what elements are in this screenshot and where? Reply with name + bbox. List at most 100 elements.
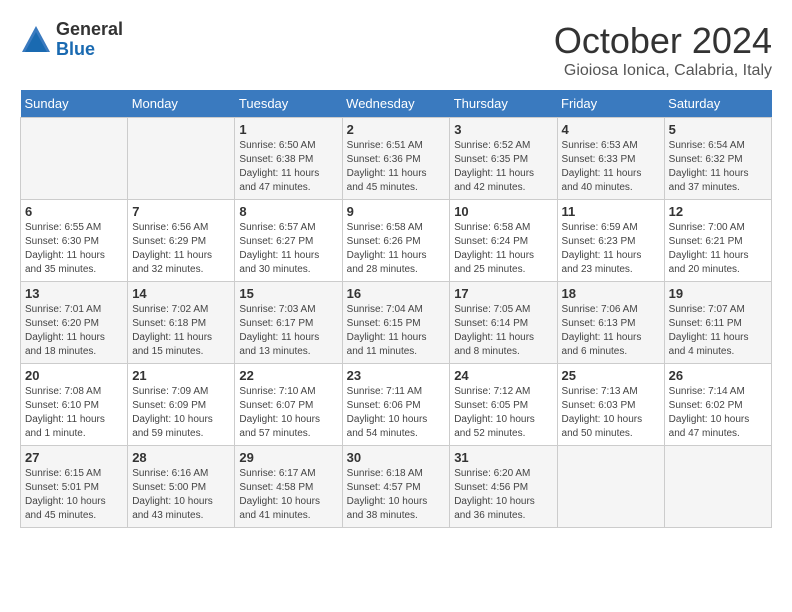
day-number: 19 — [669, 286, 767, 301]
day-info: Sunrise: 7:07 AM Sunset: 6:11 PM Dayligh… — [669, 303, 767, 359]
logo: General Blue — [20, 20, 123, 60]
calendar-cell: 7Sunrise: 6:56 AM Sunset: 6:29 PM Daylig… — [128, 200, 235, 282]
day-number: 20 — [25, 368, 123, 383]
calendar-header-row: SundayMondayTuesdayWednesdayThursdayFrid… — [21, 90, 772, 118]
calendar-cell: 19 Sunrise: 7:07 AM Sunset: 6:11 PM Dayli… — [664, 282, 771, 364]
day-info: Sunrise: 6:59 AM Sunset: 6:23 PM Dayligh… — [562, 221, 660, 277]
day-number: 22 — [239, 368, 337, 383]
calendar-cell: 31Sunrise: 6:20 AM Sunset: 4:56 PM Dayli… — [450, 446, 557, 528]
calendar-cell: 22 Sunrise: 7:10 AM Sunset: 6:07 PM Dayli… — [235, 364, 342, 446]
calendar-week-row: 27 Sunrise: 6:15 AM Sunset: 5:01 PM Dayli… — [21, 446, 772, 528]
day-info: Sunrise: 6:57 AM Sunset: 6:27 PM Dayligh… — [239, 221, 337, 277]
calendar-cell: 25 Sunrise: 7:13 AM Sunset: 6:03 PM Dayli… — [557, 364, 664, 446]
calendar-cell: 3Sunrise: 6:52 AM Sunset: 6:35 PM Daylig… — [450, 118, 557, 200]
calendar-cell: 15 Sunrise: 7:03 AM Sunset: 6:17 PM Dayli… — [235, 282, 342, 364]
day-number: 1 — [239, 122, 337, 137]
day-number: 30 — [347, 450, 446, 465]
day-info: Sunrise: 6:56 AM Sunset: 6:29 PM Dayligh… — [132, 221, 230, 277]
calendar-cell: 23 Sunrise: 7:11 AM Sunset: 6:06 PM Dayli… — [342, 364, 450, 446]
calendar-header-tuesday: Tuesday — [235, 90, 342, 118]
calendar-cell — [128, 118, 235, 200]
day-number: 2 — [347, 122, 446, 137]
calendar-cell: 30 Sunrise: 6:18 AM Sunset: 4:57 PM Dayli… — [342, 446, 450, 528]
calendar-cell: 18Sunrise: 7:06 AM Sunset: 6:13 PM Dayli… — [557, 282, 664, 364]
calendar-header-sunday: Sunday — [21, 90, 128, 118]
calendar-cell: 29 Sunrise: 6:17 AM Sunset: 4:58 PM Dayli… — [235, 446, 342, 528]
title-section: October 2024 Gioiosa Ionica, Calabria, I… — [554, 20, 772, 80]
day-number: 26 — [669, 368, 767, 383]
day-number: 25 — [562, 368, 660, 383]
day-info: Sunrise: 7:12 AM Sunset: 6:05 PM Dayligh… — [454, 385, 552, 441]
day-info: Sunrise: 7:06 AM Sunset: 6:13 PM Dayligh… — [562, 303, 660, 359]
day-number: 10 — [454, 204, 552, 219]
calendar-cell — [557, 446, 664, 528]
day-info: Sunrise: 6:54 AM Sunset: 6:32 PM Dayligh… — [669, 139, 767, 195]
calendar-cell: 13 Sunrise: 7:01 AM Sunset: 6:20 PM Dayli… — [21, 282, 128, 364]
day-number: 21 — [132, 368, 230, 383]
day-info: Sunrise: 7:04 AM Sunset: 6:15 PM Dayligh… — [347, 303, 446, 359]
day-info: Sunrise: 7:02 AM Sunset: 6:18 PM Dayligh… — [132, 303, 230, 359]
day-info: Sunrise: 7:13 AM Sunset: 6:03 PM Dayligh… — [562, 385, 660, 441]
day-number: 8 — [239, 204, 337, 219]
logo-blue: Blue — [56, 40, 123, 60]
page-header: General Blue October 2024 Gioiosa Ionica… — [20, 20, 772, 80]
day-info: Sunrise: 6:58 AM Sunset: 6:24 PM Dayligh… — [454, 221, 552, 277]
day-info: Sunrise: 7:05 AM Sunset: 6:14 PM Dayligh… — [454, 303, 552, 359]
day-number: 23 — [347, 368, 446, 383]
calendar-cell: 9Sunrise: 6:58 AM Sunset: 6:26 PM Daylig… — [342, 200, 450, 282]
day-info: Sunrise: 7:03 AM Sunset: 6:17 PM Dayligh… — [239, 303, 337, 359]
calendar-cell: 12 Sunrise: 7:00 AM Sunset: 6:21 PM Dayli… — [664, 200, 771, 282]
calendar-cell: 14Sunrise: 7:02 AM Sunset: 6:18 PM Dayli… — [128, 282, 235, 364]
day-number: 3 — [454, 122, 552, 137]
day-number: 13 — [25, 286, 123, 301]
calendar-cell: 10 Sunrise: 6:58 AM Sunset: 6:24 PM Dayli… — [450, 200, 557, 282]
calendar-cell: 11 Sunrise: 6:59 AM Sunset: 6:23 PM Dayli… — [557, 200, 664, 282]
day-number: 6 — [25, 204, 123, 219]
calendar-cell: 8 Sunrise: 6:57 AM Sunset: 6:27 PM Daylig… — [235, 200, 342, 282]
day-info: Sunrise: 7:10 AM Sunset: 6:07 PM Dayligh… — [239, 385, 337, 441]
calendar-header-saturday: Saturday — [664, 90, 771, 118]
calendar-cell: 28 Sunrise: 6:16 AM Sunset: 5:00 PM Dayli… — [128, 446, 235, 528]
month-title: October 2024 — [554, 20, 772, 62]
day-info: Sunrise: 6:58 AM Sunset: 6:26 PM Dayligh… — [347, 221, 446, 277]
calendar-week-row: 1 Sunrise: 6:50 AM Sunset: 6:38 PM Daylig… — [21, 118, 772, 200]
day-info: Sunrise: 7:01 AM Sunset: 6:20 PM Dayligh… — [25, 303, 123, 359]
calendar-cell: 2 Sunrise: 6:51 AM Sunset: 6:36 PM Daylig… — [342, 118, 450, 200]
day-info: Sunrise: 6:16 AM Sunset: 5:00 PM Dayligh… — [132, 467, 230, 523]
day-number: 29 — [239, 450, 337, 465]
day-number: 15 — [239, 286, 337, 301]
calendar-cell — [21, 118, 128, 200]
calendar-header-thursday: Thursday — [450, 90, 557, 118]
day-info: Sunrise: 6:17 AM Sunset: 4:58 PM Dayligh… — [239, 467, 337, 523]
calendar-week-row: 20 Sunrise: 7:08 AM Sunset: 6:10 PM Dayli… — [21, 364, 772, 446]
day-info: Sunrise: 7:00 AM Sunset: 6:21 PM Dayligh… — [669, 221, 767, 277]
calendar-header-monday: Monday — [128, 90, 235, 118]
day-info: Sunrise: 6:50 AM Sunset: 6:38 PM Dayligh… — [239, 139, 337, 195]
day-number: 17 — [454, 286, 552, 301]
calendar-table: SundayMondayTuesdayWednesdayThursdayFrid… — [20, 90, 772, 528]
day-number: 12 — [669, 204, 767, 219]
day-info: Sunrise: 6:51 AM Sunset: 6:36 PM Dayligh… — [347, 139, 446, 195]
day-number: 11 — [562, 204, 660, 219]
day-info: Sunrise: 6:18 AM Sunset: 4:57 PM Dayligh… — [347, 467, 446, 523]
day-info: Sunrise: 6:20 AM Sunset: 4:56 PM Dayligh… — [454, 467, 552, 523]
calendar-cell: 26 Sunrise: 7:14 AM Sunset: 6:02 PM Dayli… — [664, 364, 771, 446]
calendar-cell: 17 Sunrise: 7:05 AM Sunset: 6:14 PM Dayli… — [450, 282, 557, 364]
day-info: Sunrise: 7:08 AM Sunset: 6:10 PM Dayligh… — [25, 385, 123, 441]
day-number: 28 — [132, 450, 230, 465]
logo-text: General Blue — [56, 20, 123, 60]
day-number: 27 — [25, 450, 123, 465]
calendar-header-wednesday: Wednesday — [342, 90, 450, 118]
calendar-cell: 16 Sunrise: 7:04 AM Sunset: 6:15 PM Dayli… — [342, 282, 450, 364]
day-number: 16 — [347, 286, 446, 301]
calendar-cell: 1 Sunrise: 6:50 AM Sunset: 6:38 PM Daylig… — [235, 118, 342, 200]
calendar-cell — [664, 446, 771, 528]
day-info: Sunrise: 6:15 AM Sunset: 5:01 PM Dayligh… — [25, 467, 123, 523]
calendar-cell: 5Sunrise: 6:54 AM Sunset: 6:32 PM Daylig… — [664, 118, 771, 200]
calendar-cell: 4Sunrise: 6:53 AM Sunset: 6:33 PM Daylig… — [557, 118, 664, 200]
calendar-cell: 6Sunrise: 6:55 AM Sunset: 6:30 PM Daylig… — [21, 200, 128, 282]
logo-icon — [20, 24, 52, 56]
day-info: Sunrise: 6:53 AM Sunset: 6:33 PM Dayligh… — [562, 139, 660, 195]
day-info: Sunrise: 7:14 AM Sunset: 6:02 PM Dayligh… — [669, 385, 767, 441]
day-info: Sunrise: 7:11 AM Sunset: 6:06 PM Dayligh… — [347, 385, 446, 441]
